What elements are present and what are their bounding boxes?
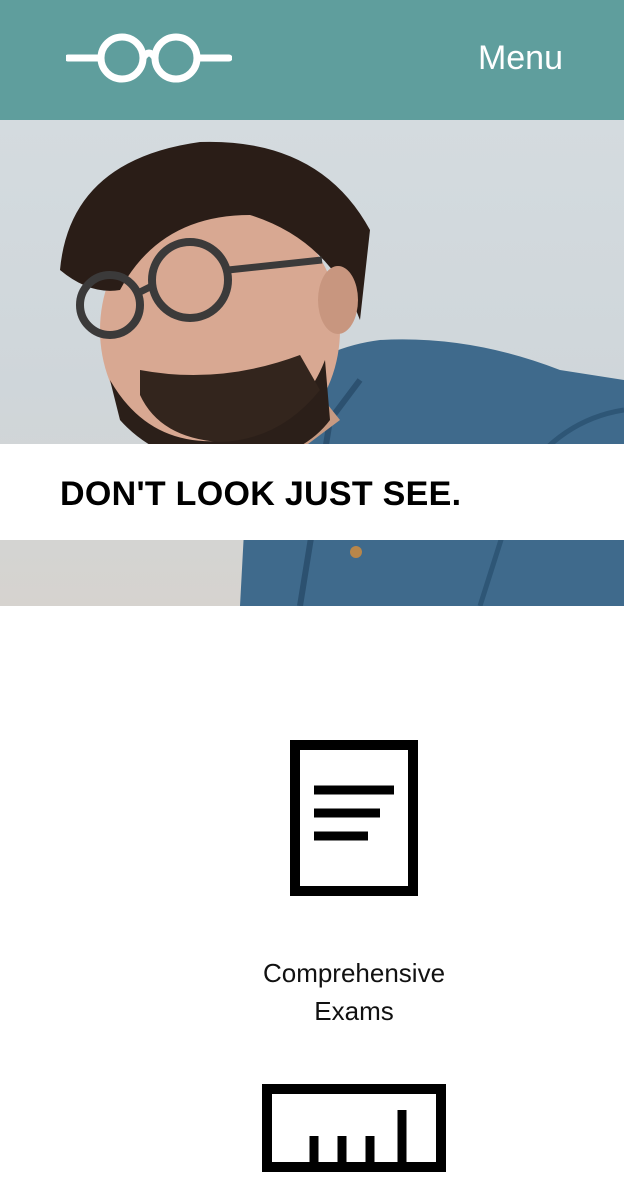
glasses-icon[interactable]: [66, 32, 232, 84]
menu-button[interactable]: Menu: [478, 38, 563, 78]
feature-label: Comprehensive Exams: [204, 954, 504, 1030]
site-header: Menu: [0, 0, 624, 120]
ruler-icon: [262, 1084, 446, 1172]
document-icon: [290, 740, 418, 896]
hero-tagline: DON'T LOOK JUST SEE.: [60, 475, 462, 513]
feature-label-line2: Exams: [314, 996, 394, 1026]
feature-label-line1: Comprehensive: [262, 958, 446, 988]
